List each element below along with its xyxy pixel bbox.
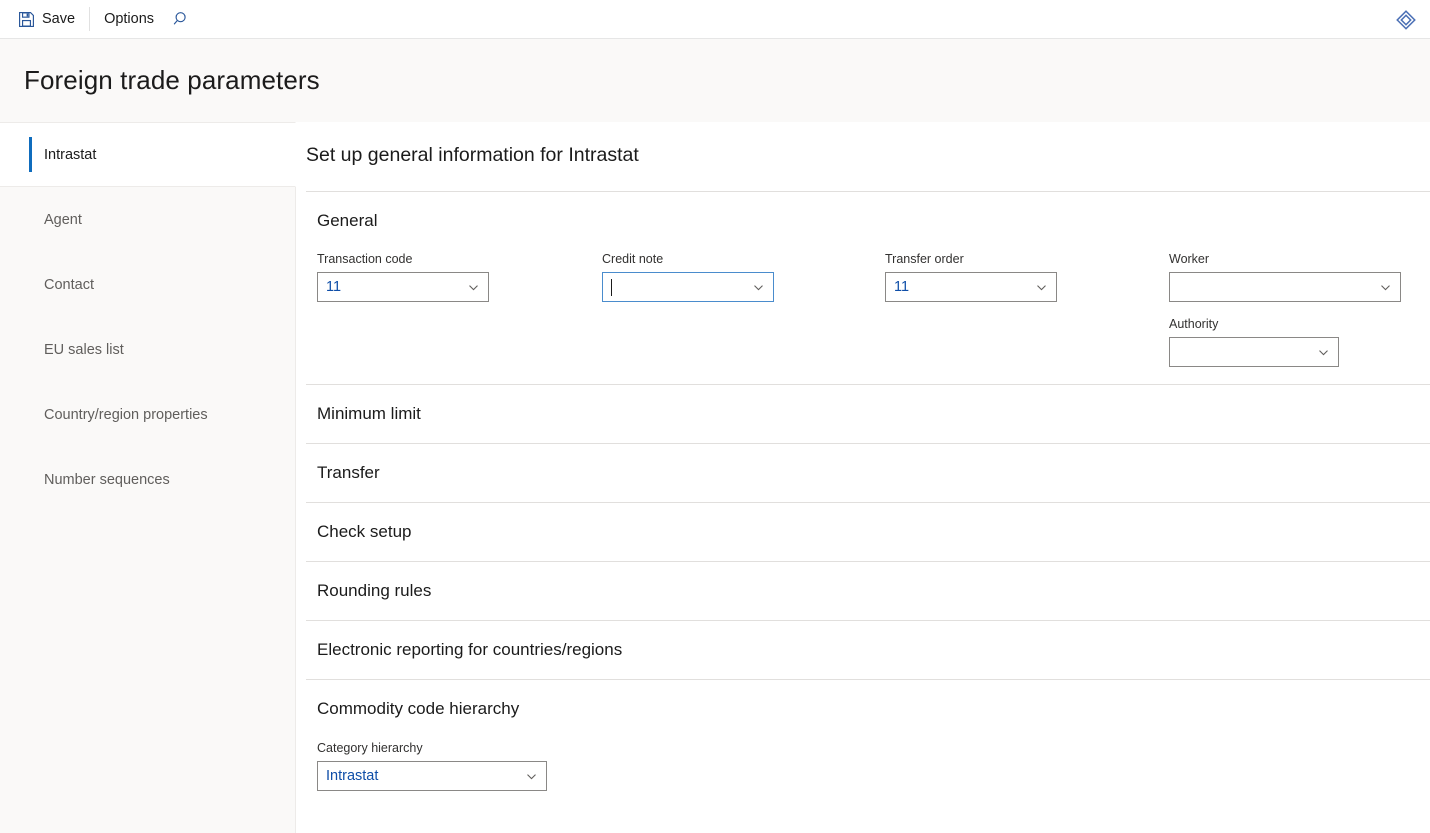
field-label: Category hierarchy: [317, 741, 423, 755]
transfer-order-combobox[interactable]: 11: [885, 272, 1057, 302]
general-field-row: Transaction code 11 Credit note Transfer…: [306, 231, 1430, 367]
section-bottom-spacer: [306, 542, 1430, 561]
page-title: Foreign trade parameters: [24, 65, 320, 95]
section-bottom-spacer: [306, 660, 1430, 679]
chevron-down-icon[interactable]: [458, 281, 488, 294]
section-general: General Transaction code 11 Credit note: [296, 192, 1430, 384]
section-header-general[interactable]: General: [306, 192, 1430, 231]
save-label: Save: [42, 11, 76, 27]
worker-combobox[interactable]: [1169, 272, 1401, 302]
toolbar-separator: [89, 7, 91, 31]
sidebar-item-label: Agent: [44, 211, 82, 228]
search-button[interactable]: [164, 0, 200, 39]
field-group-worker-authority: Worker Authority: [1169, 252, 1409, 367]
page-body: Intrastat Agent Contact EU sales list Co…: [0, 122, 1430, 833]
section-bottom-spacer: [306, 424, 1430, 443]
section-transfer: Transfer: [296, 444, 1430, 502]
content-title: Set up general information for Intrastat: [306, 144, 639, 166]
page-header: Foreign trade parameters: [0, 39, 1430, 122]
section-header-rounding-rules[interactable]: Rounding rules: [306, 562, 1430, 601]
options-label: Options: [104, 11, 155, 27]
field-label: Transaction code: [317, 252, 413, 266]
field-label: Worker: [1169, 252, 1210, 266]
credit-note-combobox[interactable]: [602, 272, 774, 302]
sidebar-item-eu-sales-list[interactable]: EU sales list: [0, 317, 295, 382]
save-floppy-icon: [18, 11, 35, 28]
field-transaction-code: Transaction code 11: [317, 252, 602, 367]
field-transfer-order: Transfer order 11: [885, 252, 1169, 367]
sidebar-item-label: Number sequences: [44, 471, 170, 488]
sidebar-item-agent[interactable]: Agent: [0, 187, 295, 252]
section-commodity-code-hierarchy: Commodity code hierarchy Category hierar…: [296, 680, 1430, 791]
section-check-setup: Check setup: [296, 503, 1430, 561]
sidebar-item-label: Contact: [44, 276, 94, 293]
search-icon: [173, 10, 191, 28]
sidebar-item-label: Intrastat: [44, 146, 97, 163]
section-rounding-rules: Rounding rules: [296, 562, 1430, 620]
field-credit-note: Credit note: [602, 252, 885, 367]
commodity-field-row: Category hierarchy Intrastat: [306, 719, 1430, 791]
field-label: Transfer order: [885, 252, 964, 266]
sidebar-item-contact[interactable]: Contact: [0, 252, 295, 317]
save-button[interactable]: Save: [8, 0, 85, 39]
field-spacer: [1169, 302, 1409, 317]
credit-note-value: [611, 272, 743, 302]
sidebar-item-label: Country/region properties: [44, 406, 208, 423]
command-toolbar: Save Options: [0, 0, 1430, 39]
field-category-hierarchy: Category hierarchy Intrastat: [317, 741, 602, 791]
toolbar-right-group: [1390, 0, 1422, 39]
chevron-down-icon[interactable]: [1370, 281, 1400, 294]
chevron-down-icon[interactable]: [1026, 281, 1056, 294]
section-bottom-spacer: [306, 601, 1430, 620]
sidebar-item-number-sequences[interactable]: Number sequences: [0, 447, 295, 512]
transfer-order-value: 11: [894, 279, 910, 295]
transaction-code-combobox[interactable]: 11: [317, 272, 489, 302]
options-button[interactable]: Options: [94, 0, 164, 39]
section-electronic-reporting: Electronic reporting for countries/regio…: [296, 621, 1430, 679]
section-bottom-spacer: [306, 483, 1430, 502]
category-hierarchy-value: Intrastat: [326, 768, 379, 784]
section-minimum-limit: Minimum limit: [296, 385, 1430, 443]
text-caret: [611, 278, 612, 296]
section-header-electronic-reporting[interactable]: Electronic reporting for countries/regio…: [306, 621, 1430, 660]
dynamics-diamond-button[interactable]: [1390, 4, 1422, 36]
tab-rail: Intrastat Agent Contact EU sales list Co…: [0, 122, 296, 833]
section-header-check-setup[interactable]: Check setup: [306, 503, 1430, 542]
authority-combobox[interactable]: [1169, 337, 1339, 367]
sidebar-item-country-region-properties[interactable]: Country/region properties: [0, 382, 295, 447]
section-header-commodity-code-hierarchy[interactable]: Commodity code hierarchy: [306, 680, 1430, 719]
diamond-dynamics-icon: [1395, 9, 1417, 31]
chevron-down-icon[interactable]: [516, 770, 546, 783]
field-label: Authority: [1169, 317, 1219, 331]
chevron-down-icon[interactable]: [1308, 346, 1338, 359]
section-bottom-spacer: [306, 367, 1430, 384]
field-label: Credit note: [602, 252, 664, 266]
sidebar-item-label: EU sales list: [44, 341, 124, 358]
section-header-transfer[interactable]: Transfer: [306, 444, 1430, 483]
category-hierarchy-combobox[interactable]: Intrastat: [317, 761, 547, 791]
transaction-code-value: 11: [326, 279, 342, 295]
sidebar-item-intrastat[interactable]: Intrastat: [0, 122, 296, 187]
content-pane: Set up general information for Intrastat…: [296, 122, 1430, 833]
chevron-down-icon[interactable]: [743, 281, 773, 294]
section-header-minimum-limit[interactable]: Minimum limit: [306, 385, 1430, 424]
